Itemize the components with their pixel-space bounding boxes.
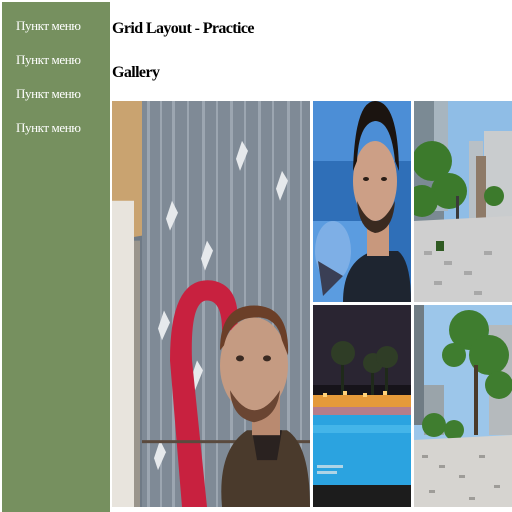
sidebar-menu: Пункт меню Пункт меню Пункт меню Пункт м…: [2, 2, 110, 154]
photo-waterfall-portrait-image: [112, 101, 310, 507]
sidebar-item-4[interactable]: Пункт меню: [2, 120, 110, 154]
gallery-grid: [112, 101, 512, 508]
gallery-photo-waterfall-portrait[interactable]: [112, 101, 310, 507]
page-title: Grid Layout - Practice: [112, 20, 254, 37]
photo-aquarium-portrait-image: [313, 101, 411, 302]
sidebar-item-2[interactable]: Пункт меню: [2, 52, 110, 86]
gallery-photo-night-pool[interactable]: [313, 305, 411, 507]
gallery-title: Gallery: [112, 64, 160, 81]
gallery-photo-aquarium-portrait[interactable]: [313, 101, 411, 302]
photo-plaza-tree-image: [414, 305, 512, 507]
main-content: Grid Layout - Practice Gallery: [110, 0, 512, 512]
sidebar-item-3[interactable]: Пункт меню: [2, 86, 110, 120]
sidebar-item-1[interactable]: Пункт меню: [2, 18, 110, 52]
gallery-photo-plaza-tree[interactable]: [414, 305, 512, 507]
gallery-photo-city-street[interactable]: [414, 101, 512, 302]
photo-city-street-image: [414, 101, 512, 302]
sidebar: Пункт меню Пункт меню Пункт меню Пункт м…: [2, 2, 110, 512]
photo-night-pool-image: [313, 305, 411, 507]
